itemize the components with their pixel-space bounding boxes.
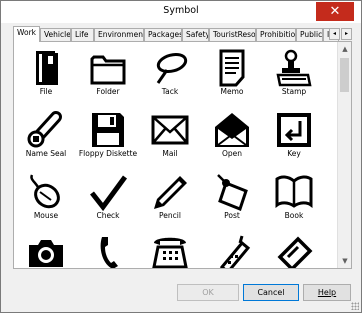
symbol-cellphone[interactable]: [201, 229, 263, 268]
check-icon: [90, 175, 128, 211]
tab-prohibition[interactable]: Prohibition: [256, 28, 296, 41]
tab-touristresort[interactable]: TouristResort: [209, 28, 256, 41]
symbol-label: Memo: [220, 87, 244, 96]
tab-public[interactable]: Public: [296, 28, 323, 41]
tack-icon: [156, 52, 188, 84]
title-bar: Symbol ✕: [1, 1, 361, 23]
scroll-up-icon[interactable]: ▲: [338, 42, 352, 56]
open-mail-icon: [215, 113, 249, 147]
symbol-panel: File Folder Tack Memo Stamp Name Seal Fl…: [13, 41, 352, 269]
telephone-icon: [152, 237, 188, 268]
scroll-thumb[interactable]: [340, 58, 349, 92]
tab-scroll-left-icon[interactable]: ◂: [329, 28, 340, 40]
symbol-label: File: [39, 87, 53, 96]
symbol-camera[interactable]: [15, 229, 77, 268]
symbol-pencil[interactable]: Pencil: [139, 169, 201, 231]
resize-grip[interactable]: [351, 302, 359, 310]
symbol-label: Post: [224, 211, 240, 220]
symbol-label: Tack: [161, 87, 179, 96]
folder-icon: [90, 55, 126, 85]
symbol-label: Book: [284, 211, 304, 220]
symbol-mouse[interactable]: Mouse: [15, 169, 77, 231]
tab-vehicle[interactable]: Vehicle: [40, 28, 71, 41]
memo-icon: [219, 49, 245, 87]
cellphone-icon: [219, 235, 251, 268]
symbol-label: Stamp: [281, 87, 307, 96]
symbol-file[interactable]: File: [15, 45, 77, 107]
tab-safety[interactable]: Safety: [182, 28, 209, 41]
symbol-label: Mouse: [33, 211, 59, 220]
tab-work[interactable]: Work: [13, 26, 40, 42]
symbol-floppy[interactable]: Floppy Diskette: [77, 107, 139, 169]
pencil-icon: [154, 176, 187, 209]
symbol-folder[interactable]: Folder: [77, 45, 139, 107]
symbol-grid: File Folder Tack Memo Stamp Name Seal Fl…: [15, 43, 337, 268]
book-icon: [275, 175, 313, 208]
symbol-label: Pencil: [159, 211, 181, 220]
symbol-stamp[interactable]: Stamp: [263, 45, 325, 107]
symbol-label: Check: [96, 211, 120, 220]
symbol-scrollbar[interactable]: ▲ ▼: [337, 42, 351, 268]
stamp-icon: [276, 49, 312, 87]
close-icon[interactable]: ✕: [316, 2, 354, 21]
tab-scroll-right-icon[interactable]: ▸: [341, 28, 352, 40]
phone-icon: [100, 237, 118, 268]
symbol-label: Folder: [96, 87, 120, 96]
symbol-label: Mail: [162, 149, 178, 158]
mail-icon: [151, 115, 189, 145]
floppy-icon: [92, 113, 124, 147]
window-title: Symbol: [163, 5, 199, 16]
post-icon: [217, 174, 248, 211]
mouse-icon: [30, 174, 60, 209]
name-seal-icon: [27, 111, 62, 148]
symbol-tack[interactable]: Tack: [139, 45, 201, 107]
symbol-open[interactable]: Open: [201, 107, 263, 169]
help-button[interactable]: Help: [303, 284, 351, 301]
tab-life[interactable]: Life: [71, 28, 94, 41]
symbol-name-seal[interactable]: Name Seal: [15, 107, 77, 169]
file-icon: [36, 51, 58, 85]
symbol-post[interactable]: Post: [201, 169, 263, 231]
symbol-check[interactable]: Check: [77, 169, 139, 231]
cancel-button[interactable]: Cancel: [243, 284, 299, 301]
scroll-down-icon[interactable]: ▼: [338, 254, 352, 268]
symbol-telephone[interactable]: [139, 229, 201, 268]
symbol-label: Key: [287, 149, 301, 158]
ok-button[interactable]: OK: [177, 284, 239, 301]
symbol-pager[interactable]: [263, 229, 325, 268]
symbol-memo[interactable]: Memo: [201, 45, 263, 107]
symbol-phone[interactable]: [77, 229, 139, 268]
camera-icon: [29, 240, 63, 267]
symbol-dialog: Symbol ✕ Work Vehicle Life Environment P…: [0, 0, 362, 313]
key-icon: [277, 113, 311, 147]
symbol-label: Name Seal: [25, 149, 67, 158]
symbol-label: Floppy Diskette: [78, 149, 138, 158]
pager-icon: [277, 236, 313, 268]
symbol-key[interactable]: Key: [263, 107, 325, 169]
symbol-label: Open: [221, 149, 243, 158]
tab-environment[interactable]: Environment: [94, 28, 144, 41]
help-label: Help: [317, 288, 337, 297]
symbol-mail[interactable]: Mail: [139, 107, 201, 169]
tab-packages[interactable]: Packages: [144, 28, 182, 41]
symbol-book[interactable]: Book: [263, 169, 325, 231]
category-tabs: Work Vehicle Life Environment Packages S…: [13, 26, 352, 42]
